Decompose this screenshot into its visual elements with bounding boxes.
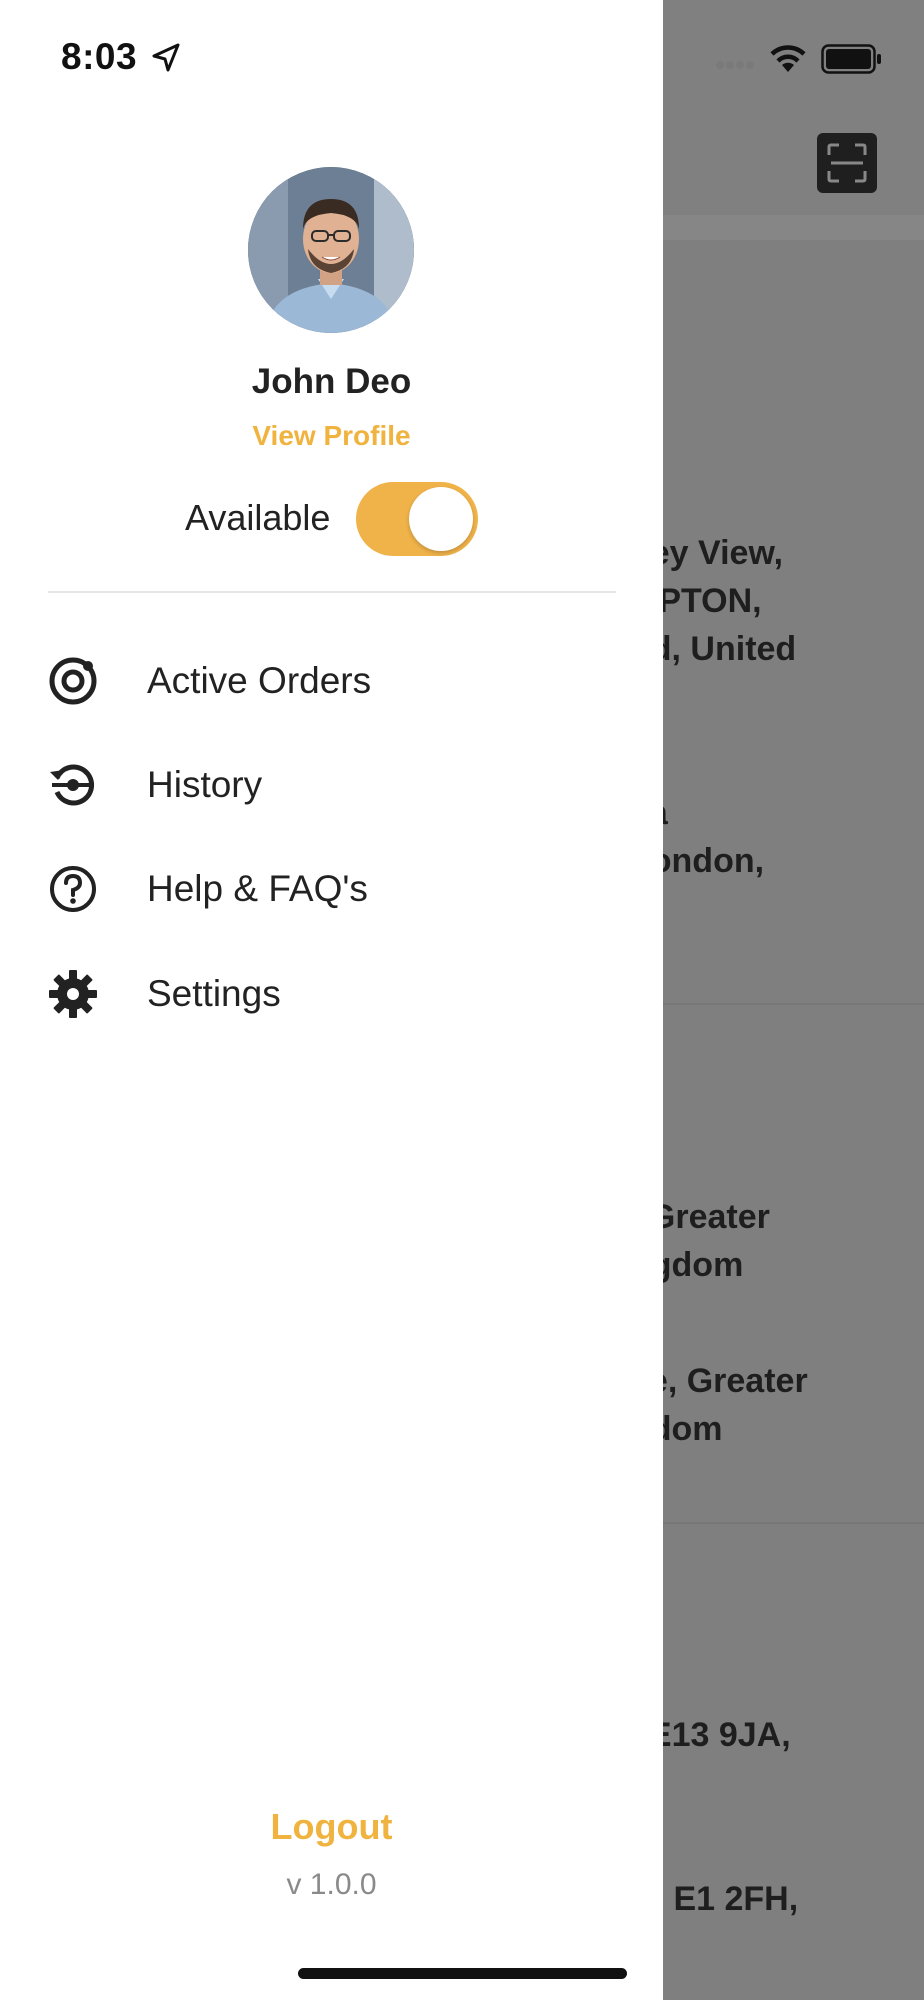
drawer-divider: [48, 591, 616, 593]
menu-item-settings[interactable]: Settings: [0, 949, 663, 1039]
menu-label: Settings: [147, 973, 281, 1014]
menu-label: Active Orders: [147, 660, 372, 701]
scan-icon: [827, 143, 867, 183]
home-indicator[interactable]: [298, 1968, 627, 1979]
background-divider: [663, 1003, 924, 1005]
menu-item-history[interactable]: History: [0, 740, 663, 830]
app-version: v 1.0.0: [286, 1868, 377, 1901]
menu-item-help[interactable]: Help & FAQ's: [0, 844, 663, 934]
toggle-knob: [409, 487, 473, 551]
avatar[interactable]: [248, 167, 414, 333]
menu-label: Help & FAQ's: [147, 868, 368, 909]
scan-button[interactable]: [817, 133, 877, 193]
logout-button[interactable]: Logout: [0, 1806, 663, 1848]
user-name: John Deo: [251, 362, 412, 401]
avatar-image: [248, 167, 414, 333]
availability-row: Available: [0, 481, 663, 557]
help-icon: [50, 866, 96, 912]
availability-toggle[interactable]: [356, 482, 478, 556]
menu-label: History: [147, 764, 263, 805]
active-orders-icon: [49, 657, 97, 705]
history-icon: [50, 764, 95, 806]
background-divider: [663, 1522, 924, 1524]
availability-label: Available: [185, 497, 331, 538]
menu-item-active-orders[interactable]: Active Orders: [0, 636, 663, 726]
view-profile-link[interactable]: View Profile: [0, 420, 663, 452]
side-drawer: John Deo View Profile Available Active O…: [0, 0, 663, 2000]
gear-icon: [49, 970, 97, 1018]
